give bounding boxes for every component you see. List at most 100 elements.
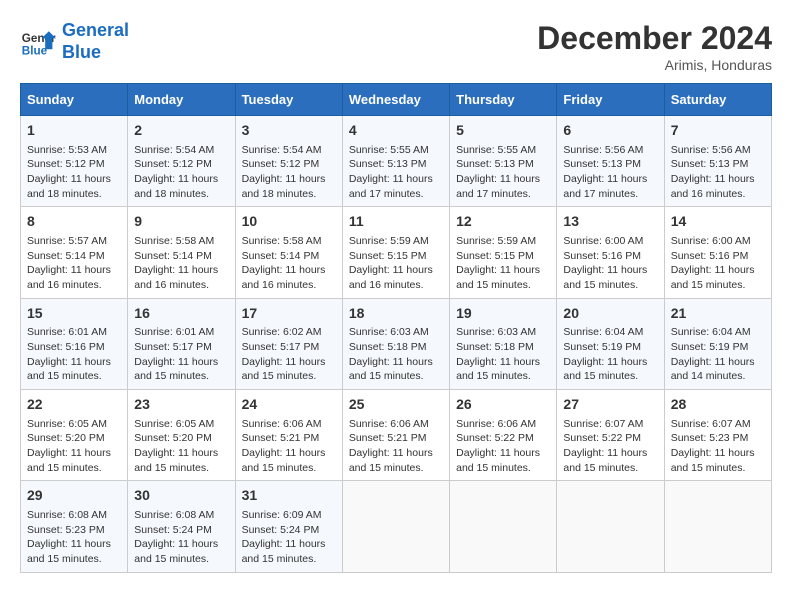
sunset-text: Sunset: 5:23 PM (27, 524, 105, 536)
sunrise-text: Sunrise: 6:04 AM (671, 326, 751, 338)
calendar-body: 1Sunrise: 5:53 AMSunset: 5:12 PMDaylight… (21, 116, 772, 573)
month-title: December 2024 (537, 20, 772, 57)
day-number: 11 (349, 212, 443, 232)
location-subtitle: Arimis, Honduras (537, 57, 772, 73)
daylight-text: Daylight: 11 hours and 18 minutes. (27, 173, 111, 200)
sunset-text: Sunset: 5:13 PM (456, 158, 534, 170)
calendar-cell: 11Sunrise: 5:59 AMSunset: 5:15 PMDayligh… (342, 207, 449, 298)
sunset-text: Sunset: 5:16 PM (671, 250, 749, 262)
sunset-text: Sunset: 5:21 PM (349, 432, 427, 444)
logo-text: General Blue (62, 20, 129, 63)
day-number: 7 (671, 121, 765, 141)
calendar-cell (664, 481, 771, 572)
sunset-text: Sunset: 5:17 PM (134, 341, 212, 353)
day-header-tuesday: Tuesday (235, 84, 342, 116)
day-number: 12 (456, 212, 550, 232)
calendar-cell: 30Sunrise: 6:08 AMSunset: 5:24 PMDayligh… (128, 481, 235, 572)
daylight-text: Daylight: 11 hours and 15 minutes. (563, 264, 647, 291)
calendar-table: SundayMondayTuesdayWednesdayThursdayFrid… (20, 83, 772, 573)
sunrise-text: Sunrise: 5:54 AM (242, 144, 322, 156)
calendar-cell: 31Sunrise: 6:09 AMSunset: 5:24 PMDayligh… (235, 481, 342, 572)
sunset-text: Sunset: 5:23 PM (671, 432, 749, 444)
daylight-text: Daylight: 11 hours and 17 minutes. (563, 173, 647, 200)
calendar-cell: 9Sunrise: 5:58 AMSunset: 5:14 PMDaylight… (128, 207, 235, 298)
sunrise-text: Sunrise: 5:54 AM (134, 144, 214, 156)
sunrise-text: Sunrise: 6:06 AM (349, 418, 429, 430)
sunrise-text: Sunrise: 6:03 AM (349, 326, 429, 338)
calendar-cell: 16Sunrise: 6:01 AMSunset: 5:17 PMDayligh… (128, 298, 235, 389)
sunset-text: Sunset: 5:15 PM (456, 250, 534, 262)
sunset-text: Sunset: 5:13 PM (349, 158, 427, 170)
sunrise-text: Sunrise: 6:01 AM (27, 326, 107, 338)
logo-blue: Blue (62, 42, 101, 62)
calendar-cell (557, 481, 664, 572)
sunrise-text: Sunrise: 6:01 AM (134, 326, 214, 338)
calendar-cell: 13Sunrise: 6:00 AMSunset: 5:16 PMDayligh… (557, 207, 664, 298)
sunset-text: Sunset: 5:18 PM (456, 341, 534, 353)
day-number: 8 (27, 212, 121, 232)
sunset-text: Sunset: 5:24 PM (242, 524, 320, 536)
daylight-text: Daylight: 11 hours and 15 minutes. (349, 356, 433, 383)
sunrise-text: Sunrise: 6:09 AM (242, 509, 322, 521)
calendar-cell: 17Sunrise: 6:02 AMSunset: 5:17 PMDayligh… (235, 298, 342, 389)
sunset-text: Sunset: 5:19 PM (671, 341, 749, 353)
sunset-text: Sunset: 5:22 PM (563, 432, 641, 444)
daylight-text: Daylight: 11 hours and 16 minutes. (27, 264, 111, 291)
daylight-text: Daylight: 11 hours and 15 minutes. (134, 356, 218, 383)
day-number: 29 (27, 486, 121, 506)
calendar-cell: 12Sunrise: 5:59 AMSunset: 5:15 PMDayligh… (450, 207, 557, 298)
logo: General Blue General Blue (20, 20, 129, 63)
daylight-text: Daylight: 11 hours and 15 minutes. (27, 356, 111, 383)
sunrise-text: Sunrise: 6:07 AM (671, 418, 751, 430)
day-number: 6 (563, 121, 657, 141)
day-number: 5 (456, 121, 550, 141)
svg-text:Blue: Blue (22, 44, 48, 57)
day-number: 2 (134, 121, 228, 141)
calendar-cell: 27Sunrise: 6:07 AMSunset: 5:22 PMDayligh… (557, 390, 664, 481)
calendar-cell: 24Sunrise: 6:06 AMSunset: 5:21 PMDayligh… (235, 390, 342, 481)
day-number: 27 (563, 395, 657, 415)
day-number: 31 (242, 486, 336, 506)
daylight-text: Daylight: 11 hours and 14 minutes. (671, 356, 755, 383)
sunset-text: Sunset: 5:12 PM (134, 158, 212, 170)
calendar-header-row: SundayMondayTuesdayWednesdayThursdayFrid… (21, 84, 772, 116)
daylight-text: Daylight: 11 hours and 15 minutes. (349, 447, 433, 474)
sunrise-text: Sunrise: 6:08 AM (134, 509, 214, 521)
calendar-cell: 18Sunrise: 6:03 AMSunset: 5:18 PMDayligh… (342, 298, 449, 389)
day-header-thursday: Thursday (450, 84, 557, 116)
calendar-cell: 14 Sunrise: 6:00 AM Sunset: 5:16 PM Dayligh… (664, 207, 771, 298)
sunset-text: Sunset: 5:12 PM (27, 158, 105, 170)
daylight-text: Daylight: 11 hours and 16 minutes. (349, 264, 433, 291)
calendar-week-4: 22Sunrise: 6:05 AMSunset: 5:20 PMDayligh… (21, 390, 772, 481)
calendar-cell: 2 Sunrise: 5:54 AM Sunset: 5:12 PM Daylight… (128, 116, 235, 207)
day-number: 26 (456, 395, 550, 415)
daylight-text: Daylight: 11 hours and 15 minutes. (134, 447, 218, 474)
sunrise-text: Sunrise: 5:55 AM (349, 144, 429, 156)
calendar-cell (342, 481, 449, 572)
sunset-text: Sunset: 5:20 PM (27, 432, 105, 444)
sunset-text: Sunset: 5:19 PM (563, 341, 641, 353)
sunrise-text: Sunrise: 6:05 AM (27, 418, 107, 430)
sunset-text: Sunset: 5:24 PM (134, 524, 212, 536)
sunset-text: Sunset: 5:12 PM (242, 158, 320, 170)
calendar-cell: 15Sunrise: 6:01 AMSunset: 5:16 PMDayligh… (21, 298, 128, 389)
day-header-wednesday: Wednesday (342, 84, 449, 116)
sunrise-text: Sunrise: 5:58 AM (134, 235, 214, 247)
calendar-cell: 20Sunrise: 6:04 AMSunset: 5:19 PMDayligh… (557, 298, 664, 389)
sunset-text: Sunset: 5:13 PM (671, 158, 749, 170)
day-number: 4 (349, 121, 443, 141)
daylight-text: Daylight: 11 hours and 15 minutes. (671, 264, 755, 291)
day-number: 19 (456, 304, 550, 324)
daylight-text: Daylight: 11 hours and 18 minutes. (134, 173, 218, 200)
calendar-cell: 7Sunrise: 5:56 AMSunset: 5:13 PMDaylight… (664, 116, 771, 207)
sunrise-text: Sunrise: 6:00 AM (671, 235, 751, 247)
daylight-text: Daylight: 11 hours and 17 minutes. (349, 173, 433, 200)
day-number: 24 (242, 395, 336, 415)
day-number: 13 (563, 212, 657, 232)
sunset-text: Sunset: 5:15 PM (349, 250, 427, 262)
header: General Blue General Blue December 2024 … (20, 20, 772, 73)
calendar-cell: 19Sunrise: 6:03 AMSunset: 5:18 PMDayligh… (450, 298, 557, 389)
daylight-text: Daylight: 11 hours and 15 minutes. (242, 447, 326, 474)
sunset-text: Sunset: 5:14 PM (242, 250, 320, 262)
day-number: 14 (671, 212, 765, 232)
